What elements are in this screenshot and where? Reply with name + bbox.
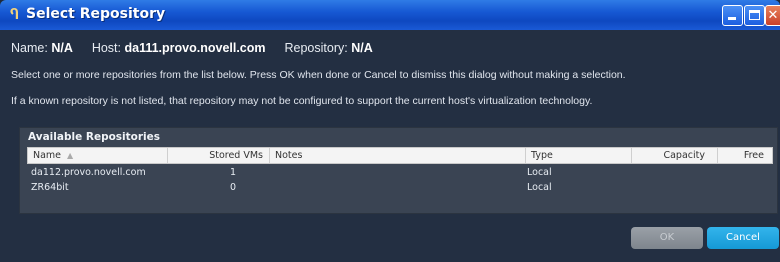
cell-type: Local <box>527 182 552 193</box>
cell-stored-vms: 0 <box>230 182 237 193</box>
instruction-text: Select one or more repositories from the… <box>11 69 626 81</box>
available-repositories-panel: Available Repositories Name ▲ Stored VMs … <box>19 127 778 214</box>
repository-value: N/A <box>351 41 373 55</box>
maximize-icon <box>749 10 760 20</box>
cell-name: ZR64bit <box>31 182 69 193</box>
ok-button[interactable]: OK <box>631 227 703 249</box>
cell-type: Local <box>527 167 552 178</box>
close-icon: ✕ <box>767 8 779 23</box>
column-header-free[interactable]: Free <box>718 148 774 163</box>
panel-title: Available Repositories <box>28 131 161 143</box>
host-value: da111.provo.novell.com <box>124 41 266 55</box>
minimize-button[interactable] <box>722 5 743 26</box>
cell-stored-vms: 1 <box>230 167 237 178</box>
close-button[interactable]: ✕ <box>765 5 780 26</box>
pin-icon: Ⴄ <box>10 7 19 23</box>
host-info: Name: N/A Host: da111.provo.novell.com R… <box>11 41 373 55</box>
maximize-button[interactable] <box>744 5 765 26</box>
cancel-button[interactable]: Cancel <box>707 227 779 249</box>
table-row[interactable]: ZR64bit 0 Local <box>27 181 773 195</box>
column-header-stored-vms[interactable]: Stored VMs <box>168 148 270 163</box>
sort-ascending-icon: ▲ <box>67 151 74 160</box>
name-label: Name: <box>11 41 48 55</box>
window-title: Select Repository <box>26 6 166 22</box>
minimize-icon <box>728 17 736 20</box>
repository-label: Repository: <box>284 41 348 55</box>
warning-text: If a known repository is not listed, tha… <box>11 95 593 107</box>
title-bar[interactable]: Ⴄ Select Repository ✕ <box>0 0 780 30</box>
table-header: Name ▲ Stored VMs Notes Type Capacity Fre… <box>27 147 773 164</box>
select-repository-dialog: Ⴄ Select Repository ✕ Name: N/A Host: da… <box>0 0 780 262</box>
column-header-type[interactable]: Type <box>526 148 632 163</box>
table-row[interactable]: da112.provo.novell.com 1 Local <box>27 166 773 180</box>
name-value: N/A <box>51 41 73 55</box>
column-header-name[interactable]: Name ▲ <box>28 148 168 163</box>
column-header-capacity[interactable]: Capacity <box>632 148 718 163</box>
column-header-notes[interactable]: Notes <box>270 148 526 163</box>
host-label: Host: <box>91 41 121 55</box>
cell-name: da112.provo.novell.com <box>31 167 146 178</box>
